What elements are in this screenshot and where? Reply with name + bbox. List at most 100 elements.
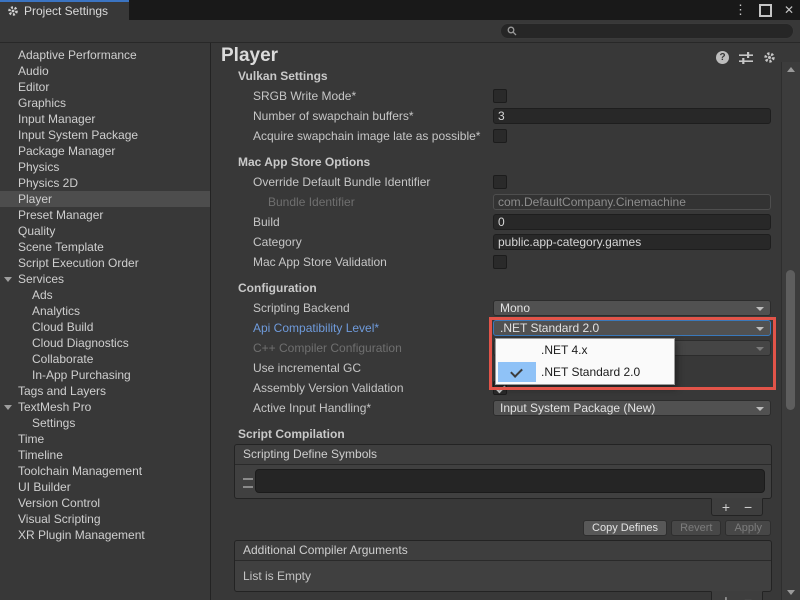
help-icon[interactable]: ? (716, 51, 729, 64)
foldout-triangle-icon[interactable] (4, 277, 12, 282)
revert-button[interactable]: Revert (671, 520, 721, 536)
sidebar-item-editor[interactable]: Editor (0, 79, 210, 95)
sidebar-item-timeline[interactable]: Timeline (0, 447, 210, 463)
sidebar-item-in-app-purchasing[interactable]: In-App Purchasing (0, 367, 210, 383)
sidebar-item-input-system-package[interactable]: Input System Package (0, 127, 210, 143)
defines-buttons: Copy DefinesRevertApply (211, 520, 771, 536)
sidebar-item-textmesh-pro[interactable]: TextMesh Pro (0, 399, 210, 415)
settings-row-bundle-identifier: Bundle Identifier com.DefaultCompany.Cine… (211, 192, 781, 212)
add-button[interactable]: + (722, 592, 730, 600)
drag-handle-icon[interactable] (243, 478, 253, 488)
sidebar-item-adaptive-performance[interactable]: Adaptive Performance (0, 47, 210, 63)
checkbox[interactable] (493, 129, 507, 143)
sidebar-item-ui-builder[interactable]: UI Builder (0, 479, 210, 495)
sidebar-item-label: UI Builder (18, 480, 71, 494)
foldout-triangle-icon[interactable] (4, 405, 12, 410)
sidebar-item-cloud-diagnostics[interactable]: Cloud Diagnostics (0, 335, 210, 351)
scrollbar-thumb[interactable] (786, 270, 795, 410)
text-field[interactable]: 3 (493, 108, 771, 124)
settings-row-build: Build0 (211, 212, 781, 232)
sidebar-item-audio[interactable]: Audio (0, 63, 210, 79)
settings-row-srgb-write-mode: SRGB Write Mode* (211, 86, 781, 106)
popup-option-label: .NET Standard 2.0 (541, 365, 640, 379)
setting-label: Mac App Store Validation (253, 252, 387, 272)
sidebar-item-services[interactable]: Services (0, 271, 210, 287)
sidebar-item-visual-scripting[interactable]: Visual Scripting (0, 511, 210, 527)
dropdown-value: .NET Standard 2.0 (500, 321, 599, 335)
kebab-menu-icon[interactable]: ⋮ (734, 0, 747, 20)
compiler-args-empty: List is Empty (235, 561, 771, 591)
sidebar-item-xr-plugin-management[interactable]: XR Plugin Management (0, 527, 210, 543)
sidebar-item-scene-template[interactable]: Scene Template (0, 239, 210, 255)
text-field[interactable]: public.app-category.games (493, 234, 771, 250)
gear-icon[interactable] (763, 51, 776, 64)
sidebar-item-package-manager[interactable]: Package Manager (0, 143, 210, 159)
popup-option-net-4-x[interactable]: .NET 4.x (496, 339, 674, 361)
dropdown[interactable]: Mono (493, 300, 771, 316)
define-symbol-field[interactable] (255, 469, 765, 493)
sidebar-item-label: Time (18, 432, 44, 446)
sidebar-item-script-execution-order[interactable]: Script Execution Order (0, 255, 210, 271)
sidebar-item-ads[interactable]: Ads (0, 287, 210, 303)
vertical-scrollbar[interactable] (781, 62, 800, 600)
remove-button[interactable]: − (744, 499, 752, 515)
sidebar-item-input-manager[interactable]: Input Manager (0, 111, 210, 127)
compiler-args-header: Additional Compiler Arguments (235, 541, 771, 561)
sidebar-item-quality[interactable]: Quality (0, 223, 210, 239)
text-field[interactable]: 0 (493, 214, 771, 230)
sidebar-item-label: Quality (18, 224, 55, 238)
search-input[interactable] (517, 25, 793, 37)
setting-label: Bundle Identifier (268, 192, 355, 212)
sidebar-item-tags-and-layers[interactable]: Tags and Layers (0, 383, 210, 399)
remove-button[interactable]: − (744, 592, 752, 600)
add-button[interactable]: + (722, 499, 730, 515)
sidebar-item-graphics[interactable]: Graphics (0, 95, 210, 111)
sidebar-item-toolchain-management[interactable]: Toolchain Management (0, 463, 210, 479)
dropdown[interactable]: .NET Standard 2.0 (493, 320, 771, 336)
title-bar: Project Settings ⋮ ✕ (0, 0, 800, 20)
settings-row-active-input-handling: Active Input Handling*Input System Packa… (211, 398, 781, 418)
settings-row-scripting-backend: Scripting BackendMono (211, 298, 781, 318)
sidebar-item-physics-2d[interactable]: Physics 2D (0, 175, 210, 191)
close-icon[interactable]: ✕ (784, 0, 794, 20)
popup-option-label: .NET 4.x (541, 343, 587, 357)
sidebar-item-label: Script Execution Order (18, 256, 139, 270)
sidebar-item-label: Visual Scripting (18, 512, 101, 526)
settings-row-override-default-bundle-identifier: Override Default Bundle Identifier (211, 172, 781, 192)
list-footer-tab: + − (711, 591, 763, 600)
selected-check-cell (498, 362, 536, 382)
text-field[interactable]: com.DefaultCompany.Cinemachine (493, 194, 771, 210)
scroll-down-icon[interactable] (787, 590, 795, 595)
sidebar-item-preset-manager[interactable]: Preset Manager (0, 207, 210, 223)
sidebar-item-collaborate[interactable]: Collaborate (0, 351, 210, 367)
checkbox[interactable] (493, 255, 507, 269)
dropdown-value: Mono (500, 301, 530, 315)
apply-button[interactable]: Apply (725, 520, 771, 536)
sidebar-item-cloud-build[interactable]: Cloud Build (0, 319, 210, 335)
presets-icon[interactable] (739, 52, 753, 64)
sidebar-item-player[interactable]: Player (0, 191, 210, 207)
copy-defines-button[interactable]: Copy Defines (583, 520, 667, 536)
define-symbols-footer: + − (234, 499, 772, 517)
section-header-vulkan-settings: Vulkan Settings (211, 66, 781, 86)
search-box[interactable] (500, 23, 794, 39)
checkbox[interactable] (493, 175, 507, 189)
checkbox[interactable] (493, 89, 507, 103)
setting-label: Api Compatibility Level* (253, 318, 379, 338)
setting-label: Override Default Bundle Identifier (253, 172, 430, 192)
maximize-icon[interactable] (759, 4, 772, 17)
sidebar-item-settings[interactable]: Settings (0, 415, 210, 431)
sidebar-item-analytics[interactable]: Analytics (0, 303, 210, 319)
sidebar-item-physics[interactable]: Physics (0, 159, 210, 175)
tab-project-settings[interactable]: Project Settings (0, 0, 129, 20)
chevron-down-icon (756, 347, 764, 351)
sidebar-item-version-control[interactable]: Version Control (0, 495, 210, 511)
settings-sidebar: Adaptive PerformanceAudioEditorGraphicsI… (0, 43, 211, 600)
popup-option-net-standard-2-0[interactable]: .NET Standard 2.0 (496, 361, 674, 383)
dropdown[interactable]: Input System Package (New) (493, 400, 771, 416)
sidebar-item-label: Services (18, 272, 64, 286)
scroll-up-icon[interactable] (787, 67, 795, 72)
sidebar-item-time[interactable]: Time (0, 431, 210, 447)
sidebar-item-label: TextMesh Pro (18, 400, 91, 414)
chevron-down-icon (756, 407, 764, 411)
